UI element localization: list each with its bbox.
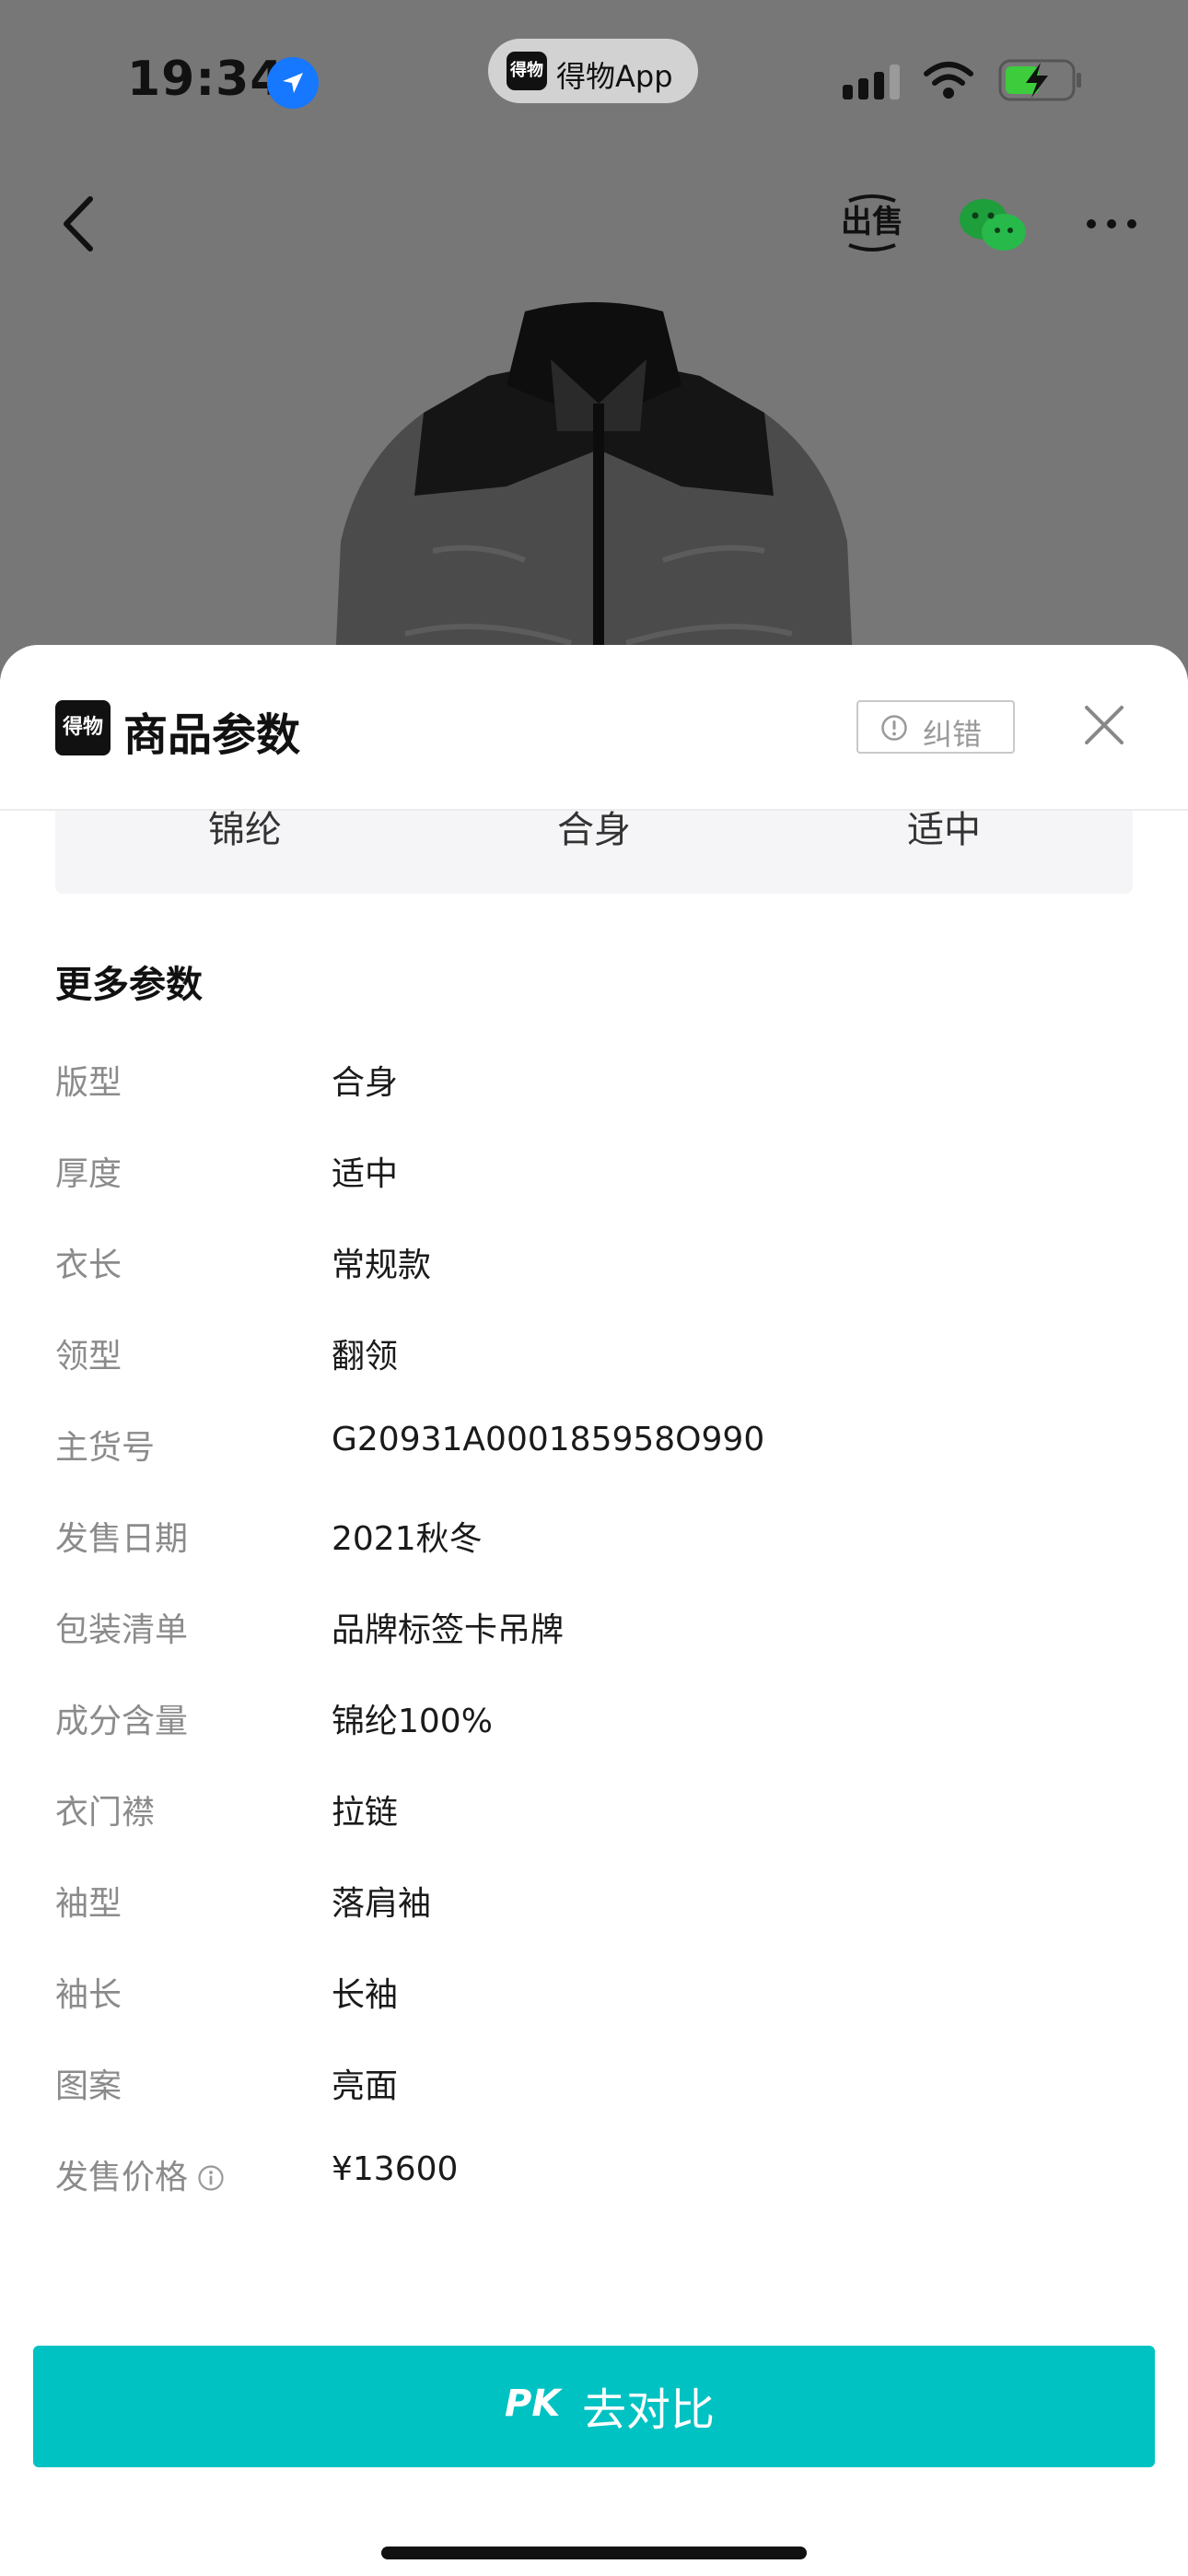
compare-button[interactable]: PK 去对比 bbox=[33, 2346, 1155, 2467]
cellular-signal-icon bbox=[843, 64, 900, 100]
param-label: 厚度 bbox=[55, 1155, 122, 1193]
param-value: 常规款 bbox=[332, 1247, 432, 1284]
key-param-value: 锦纶 bbox=[208, 809, 282, 851]
back-chevron-icon[interactable] bbox=[57, 193, 99, 254]
param-value: 合身 bbox=[332, 1064, 399, 1102]
param-value: 2021秋冬 bbox=[332, 1520, 483, 1558]
svg-text:出售: 出售 bbox=[841, 204, 903, 240]
price-label-row: 发售价格 bbox=[55, 2150, 225, 2198]
param-value: 锦纶100% bbox=[332, 1703, 493, 1740]
report-error-label: 纠错 bbox=[923, 717, 983, 752]
param-label: 袖型 bbox=[55, 1885, 122, 1923]
close-icon[interactable] bbox=[1081, 702, 1127, 748]
key-params-strip: 锦纶 合身 适中 bbox=[55, 802, 1133, 894]
param-label: 衣长 bbox=[55, 1247, 122, 1284]
param-value: ¥13600 bbox=[332, 2150, 459, 2188]
param-label: 发售日期 bbox=[55, 1520, 189, 1558]
sell-icon[interactable]: 出售 bbox=[840, 192, 904, 256]
location-arrow-icon bbox=[267, 57, 319, 109]
param-value: 落肩袖 bbox=[332, 1885, 432, 1923]
wifi-icon bbox=[924, 62, 973, 99]
param-label: 发售价格 bbox=[55, 2159, 189, 2196]
product-params-sheet: 锦纶 合身 适中 得物 商品参数 纠错 更多参数 版型 合身 厚度 适中 衣长 … bbox=[0, 645, 1188, 2576]
param-value: 拉链 bbox=[332, 1794, 399, 1832]
param-label: 版型 bbox=[55, 1064, 122, 1102]
battery-charging-icon bbox=[998, 59, 1081, 101]
dewu-logo-icon: 得物 bbox=[507, 52, 547, 90]
more-dots-icon[interactable] bbox=[1085, 217, 1138, 230]
sheet-title: 商品参数 bbox=[123, 709, 301, 761]
info-icon[interactable] bbox=[197, 2164, 225, 2192]
more-params-heading: 更多参数 bbox=[55, 964, 203, 1006]
param-label: 袖长 bbox=[55, 1976, 122, 2014]
compare-button-label: 去对比 bbox=[582, 2384, 716, 2436]
status-time: 19:34 bbox=[127, 52, 285, 107]
param-value: 长袖 bbox=[332, 1976, 399, 2014]
app-switch-pill[interactable]: 得物 得物App bbox=[488, 39, 698, 103]
param-value: 翻领 bbox=[332, 1338, 399, 1376]
pk-badge: PK bbox=[505, 2383, 561, 2425]
param-label: 主货号 bbox=[55, 1429, 156, 1467]
param-label: 领型 bbox=[55, 1338, 122, 1376]
param-label: 衣门襟 bbox=[55, 1794, 156, 1832]
wechat-share-icon[interactable] bbox=[958, 195, 1028, 254]
report-error-button[interactable]: 纠错 bbox=[856, 700, 1015, 754]
param-value: 亮面 bbox=[332, 2067, 399, 2105]
param-value: 品牌标签卡吊牌 bbox=[332, 1611, 565, 1649]
param-value: G20931A000185958O990 bbox=[332, 1421, 765, 1458]
dewu-logo-icon: 得物 bbox=[55, 700, 111, 755]
sheet-header: 得物 商品参数 纠错 bbox=[0, 645, 1188, 809]
home-indicator[interactable] bbox=[381, 2547, 807, 2559]
param-label: 图案 bbox=[55, 2067, 122, 2105]
exclamation-circle-icon bbox=[881, 715, 907, 741]
param-label: 包装清单 bbox=[55, 1611, 189, 1649]
app-pill-label: 得物App bbox=[556, 59, 673, 94]
param-value: 适中 bbox=[332, 1155, 399, 1193]
key-param-value: 合身 bbox=[557, 809, 631, 851]
key-param-value: 适中 bbox=[907, 809, 981, 851]
param-label: 成分含量 bbox=[55, 1703, 189, 1740]
